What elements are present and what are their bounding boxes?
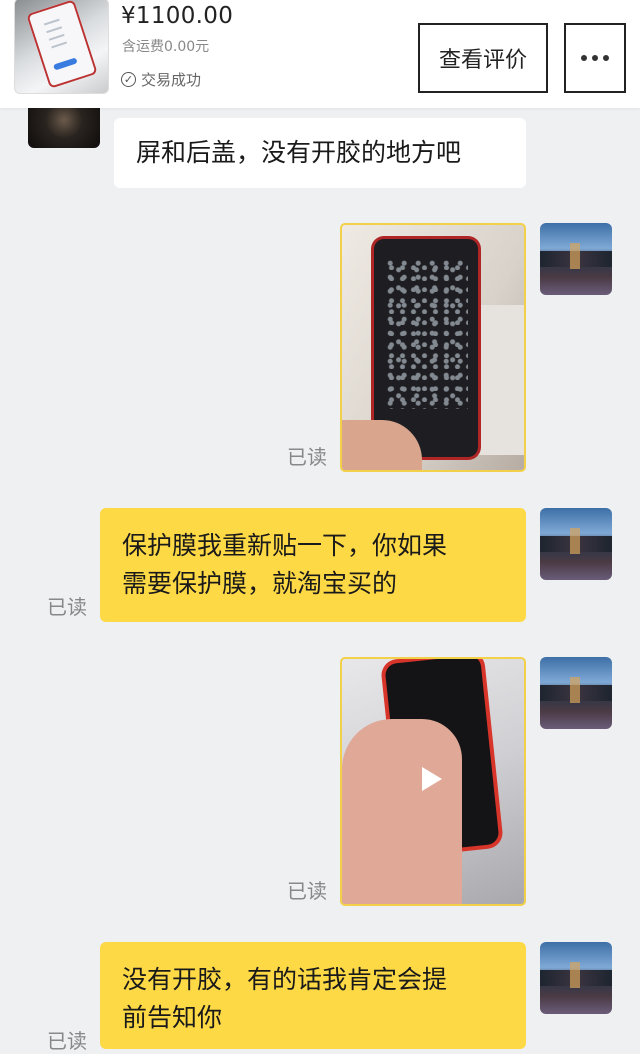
more-dots-icon [581,55,587,61]
order-header: ¥1100.00 含运费0.00元 ✓ 交易成功 查看评价 [0,0,640,108]
product-thumbnail[interactable] [14,0,109,94]
order-status: ✓ 交易成功 [121,69,201,90]
view-review-button[interactable]: 查看评价 [418,23,548,93]
read-receipt: 已读 [287,879,327,903]
user-avatar[interactable] [540,657,612,729]
product-image [26,0,98,89]
read-receipt: 已读 [287,445,327,469]
order-price: ¥1100.00 [121,3,234,29]
message-text-line: 没有开胶，有的话我肯定会提 [122,965,448,994]
user-avatar[interactable] [540,223,612,295]
message-bubble-incoming: 屏和后盖，没有开胶的地方吧 [114,118,526,188]
read-receipt: 已读 [47,595,87,619]
message-bubble-outgoing: 保护膜我重新贴一下，你如果 需要保护膜，就淘宝买的 [100,508,526,622]
more-button[interactable] [564,23,626,93]
check-circle-icon: ✓ [121,72,136,87]
message-bubble-outgoing: 没有开胶，有的话我肯定会提 前告知你 [100,942,526,1049]
shipping-fee: 含运费0.00元 [122,39,210,55]
message-text-line: 保护膜我重新贴一下，你如果 [122,531,448,560]
order-status-label: 交易成功 [141,71,202,89]
play-icon[interactable] [422,767,442,791]
image-message[interactable] [340,223,526,472]
seller-avatar[interactable] [28,108,100,148]
read-receipt: 已读 [47,1029,87,1053]
user-avatar[interactable] [540,508,612,580]
user-avatar[interactable] [540,942,612,1014]
message-text-line: 需要保护膜，就淘宝买的 [122,569,398,598]
video-message[interactable] [340,657,526,906]
message-text-line: 前告知你 [122,1003,223,1032]
